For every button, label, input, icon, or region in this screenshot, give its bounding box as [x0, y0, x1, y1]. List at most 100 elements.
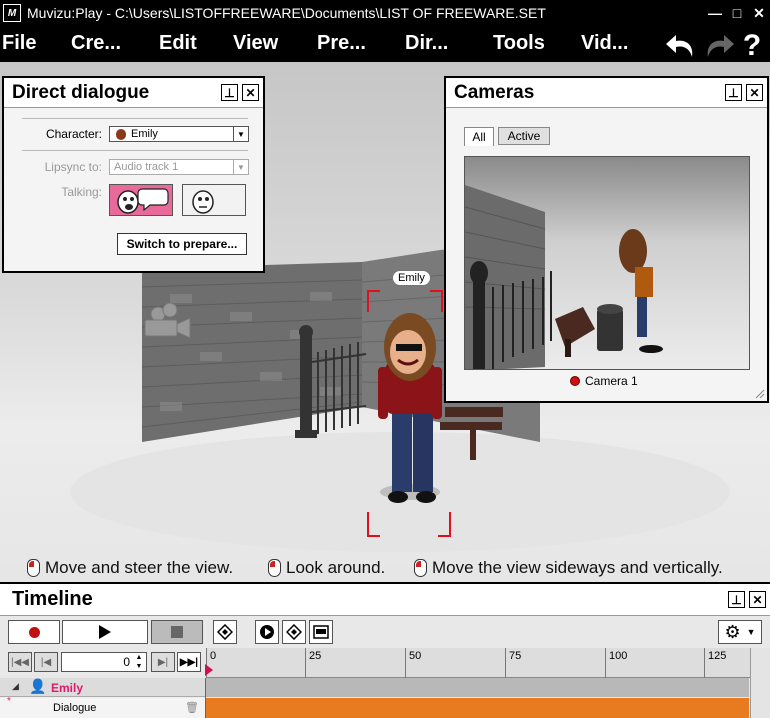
menu-tools[interactable]: Tools [493, 32, 545, 55]
track-row-dialogue[interactable]: * Dialogue 🗑 [0, 696, 205, 718]
ruler-tick: 100 [605, 648, 627, 678]
ruler-tick: 75 [505, 648, 521, 678]
settings-menu-button[interactable]: ⚙ ▼ [718, 620, 762, 644]
play-button[interactable] [62, 620, 148, 644]
chevron-down-icon[interactable]: ▼ [233, 127, 248, 141]
minimize-button[interactable]: — [704, 0, 726, 26]
pin-icon[interactable]: ⊥ [221, 84, 238, 101]
menu-file[interactable]: File [2, 32, 36, 55]
skip-start-icon: |◀◀ [11, 656, 29, 668]
title-bar: M Muvizu:Play - C:\Users\LISTOFFREEWARE\… [0, 0, 770, 26]
menu-edit[interactable]: Edit [159, 32, 197, 55]
character-name-tag[interactable]: Emily [392, 270, 431, 286]
mouse-middle-icon [414, 559, 427, 577]
menu-view[interactable]: View [233, 32, 278, 55]
redo-icon[interactable] [702, 31, 736, 61]
track-character-label: Emily [51, 681, 84, 695]
skip-end-icon: ▶▶| [179, 656, 199, 668]
camera-label: Camera 1 [585, 374, 638, 388]
record-icon [28, 626, 40, 638]
camera-item[interactable]: Camera 1 [570, 374, 638, 388]
tab-active[interactable]: Active [498, 127, 550, 145]
hint-look: Look around. [268, 558, 385, 578]
menu-create[interactable]: Cre... [71, 32, 121, 55]
stop-icon [171, 626, 183, 638]
step-forward-icon: ▶| [157, 656, 169, 668]
character-select[interactable]: Emily ▼ [109, 126, 249, 142]
navigation-hints: Move and steer the view. Look around. Mo… [0, 555, 770, 581]
frame-input[interactable]: 0 ▲ ▼ [61, 652, 147, 672]
lipsync-value: Audio track 1 [114, 161, 179, 173]
switch-to-prepare-button[interactable]: Switch to prepare... [117, 233, 247, 255]
play-from-button[interactable] [255, 620, 279, 644]
divider [22, 150, 248, 151]
stop-button[interactable] [151, 620, 203, 644]
go-to-end-button[interactable]: ▶▶| [177, 652, 201, 672]
panel-title: Direct dialogue [12, 81, 150, 103]
play-icon [99, 625, 111, 639]
character-label: Character: [45, 127, 102, 141]
help-icon[interactable]: ? [740, 29, 764, 63]
close-icon[interactable]: ✕ [749, 591, 766, 608]
camera-preview-render [465, 185, 663, 369]
playhead-icon[interactable] [204, 664, 214, 676]
collapse-icon[interactable]: ◢ [12, 681, 19, 692]
timeline-panel: Timeline ⊥ ✕ ⚙ ▼ |◀◀ |◀ 0 ▲ ▼ ▶| ▶▶| 0 2… [0, 582, 770, 718]
talking-on-button[interactable] [109, 184, 173, 216]
mouse-right-icon [268, 559, 281, 577]
keyframe-icon [217, 624, 233, 640]
diamond-icon [286, 624, 302, 640]
record-indicator-icon [570, 376, 580, 386]
pin-icon[interactable]: ⊥ [728, 591, 745, 608]
maximize-button[interactable]: □ [726, 0, 748, 26]
step-back-icon: |◀ [40, 656, 52, 668]
go-to-start-button[interactable]: |◀◀ [8, 652, 32, 672]
add-key-button[interactable] [282, 620, 306, 644]
previous-frame-button[interactable]: |◀ [34, 652, 58, 672]
direct-dialogue-header: Direct dialogue ⊥ ✕ [4, 78, 263, 108]
talking-label: Talking: [61, 185, 102, 199]
menu-direct[interactable]: Dir... [405, 32, 448, 55]
close-icon[interactable]: ✕ [746, 84, 763, 101]
talking-off-button[interactable] [182, 184, 246, 216]
mouse-left-icon [27, 559, 40, 577]
character-avatar-icon [116, 128, 126, 140]
record-button[interactable] [8, 620, 60, 644]
trash-icon[interactable]: 🗑 [185, 701, 199, 714]
hint-pan: Move the view sideways and vertically. [414, 558, 723, 578]
hint-text: Look around. [286, 558, 386, 577]
timeline-header: Timeline ⊥ ✕ [0, 584, 770, 616]
silent-face-icon [192, 190, 214, 214]
talking-face-icon [117, 188, 169, 214]
direct-dialogue-panel: Direct dialogue ⊥ ✕ Character: Emily ▼ L… [2, 76, 265, 273]
close-button[interactable]: ✕ [748, 0, 770, 26]
timeline-scrollbar[interactable] [750, 648, 770, 718]
play-circle-icon [260, 625, 274, 639]
character-track-lane[interactable] [206, 678, 749, 697]
next-frame-button[interactable]: ▶| [151, 652, 175, 672]
lipsync-select: Audio track 1 ▼ [109, 159, 249, 175]
track-list: ◢ 👤 Emily * Dialogue 🗑 [0, 678, 206, 718]
menu-video[interactable]: Vid... [581, 32, 628, 55]
tab-all[interactable]: All [464, 127, 494, 146]
dialogue-clip[interactable] [206, 698, 749, 718]
chevron-down-icon: ▼ [746, 627, 756, 637]
cameras-header: Cameras ⊥ ✕ [446, 78, 767, 108]
track-dialogue-label: Dialogue [53, 702, 97, 714]
menu-prepare[interactable]: Pre... [317, 32, 366, 55]
close-icon[interactable]: ✕ [242, 84, 259, 101]
pin-icon[interactable]: ⊥ [725, 84, 742, 101]
track-row-character[interactable]: ◢ 👤 Emily [0, 678, 205, 697]
keyframe-button[interactable] [213, 620, 237, 644]
spinner-icon[interactable]: ▲ ▼ [133, 653, 145, 671]
undo-icon[interactable] [664, 31, 698, 61]
camera-preview[interactable] [464, 156, 750, 370]
lipsync-label: Lipsync to: [44, 160, 102, 174]
screen-button[interactable] [309, 620, 333, 644]
screen-icon [313, 625, 329, 639]
cameras-panel: Cameras ⊥ ✕ All Active Camera 1 [444, 76, 769, 403]
timeline-ruler[interactable]: 0 25 50 75 100 125 [204, 648, 750, 678]
ruler-tick: 125 [704, 648, 726, 678]
resize-grip-icon[interactable] [755, 389, 765, 399]
hint-text: Move and steer the view. [45, 558, 234, 577]
